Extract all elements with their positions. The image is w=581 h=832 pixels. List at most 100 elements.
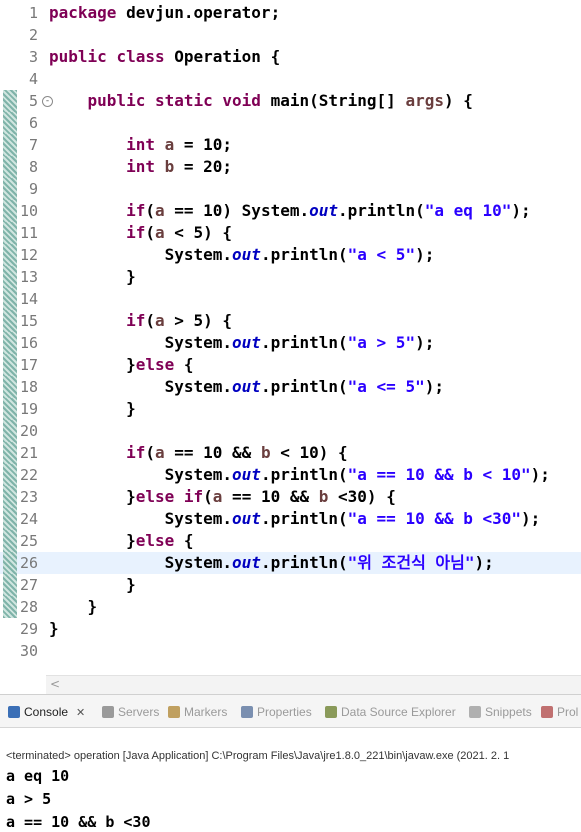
tab-label: Markers	[184, 705, 228, 719]
line-number: 18	[19, 378, 38, 396]
code-line[interactable]: 6	[0, 112, 581, 134]
problems-icon	[541, 706, 553, 718]
code-line[interactable]: 27 }	[0, 574, 581, 596]
code-text: System.out.println("위 조건식 아님");	[49, 553, 494, 572]
code-line[interactable]: 19 }	[0, 398, 581, 420]
servers-icon	[102, 706, 114, 718]
line-number: 25	[19, 532, 38, 550]
line-number: 23	[19, 488, 38, 506]
code-text: public class Operation {	[49, 47, 281, 66]
tab-label: Snippets	[485, 705, 532, 719]
tab-label: Data Source Explorer	[341, 705, 456, 719]
code-text: System.out.println("a == 10 && b <30");	[49, 509, 541, 528]
code-line[interactable]: 10 if(a == 10) System.out.println("a eq …	[0, 200, 581, 222]
tab-snippets[interactable]: Snippets	[469, 704, 532, 720]
tab-label: Console	[24, 705, 69, 719]
line-number: 2	[28, 26, 38, 44]
line-number: 9	[28, 180, 38, 198]
code-line[interactable]: 24 System.out.println("a == 10 && b <30"…	[0, 508, 581, 530]
properties-icon	[241, 706, 253, 718]
line-number: 26	[19, 554, 38, 572]
code-line[interactable]: 7 int a = 10;	[0, 134, 581, 156]
line-number: 22	[19, 466, 38, 484]
console-status-line: <terminated> operation [Java Application…	[6, 750, 510, 762]
tab-servers[interactable]: Servers	[102, 704, 159, 720]
line-number: 19	[19, 400, 38, 418]
view-tab-bar: Console ✕ Servers Markers Properties Data Sou…	[0, 695, 581, 728]
code-line[interactable]: 2	[0, 24, 581, 46]
gutter-spacer	[0, 675, 46, 693]
tab-data-source-explorer[interactable]: Data Source Explorer	[325, 704, 456, 720]
snippets-icon	[469, 706, 481, 718]
code-line[interactable]: 8 int b = 20;	[0, 156, 581, 178]
code-line[interactable]: 28 }	[0, 596, 581, 618]
code-line[interactable]: 21 if(a == 10 && b < 10) {	[0, 442, 581, 464]
tab-label: Properties	[257, 705, 312, 719]
markers-icon	[168, 706, 180, 718]
code-line[interactable]: 1 package devjun.operator;	[0, 2, 581, 24]
code-line[interactable]: 3 public class Operation {	[0, 46, 581, 68]
line-number: 10	[19, 202, 38, 220]
code-line[interactable]: 16 System.out.println("a > 5");	[0, 332, 581, 354]
console-output-line: a > 5	[6, 790, 52, 808]
tab-properties[interactable]: Properties	[241, 704, 312, 720]
code-text: }else if(a == 10 && b <30) {	[49, 487, 396, 506]
scroll-left-icon[interactable]: <	[50, 677, 60, 691]
code-line[interactable]: 30	[0, 640, 581, 662]
code-line[interactable]: 4	[0, 68, 581, 90]
code-line[interactable]: 5- public static void main(String[] args…	[0, 90, 581, 112]
code-line[interactable]: 17 }else {	[0, 354, 581, 376]
console-output-line: a == 10 && b <30	[6, 813, 151, 831]
code-text: if(a < 5) {	[126, 223, 233, 242]
tab-console[interactable]: Console ✕	[8, 704, 85, 720]
code-text: }	[49, 619, 59, 638]
data-source-icon	[325, 706, 337, 718]
code-text: }	[49, 399, 136, 418]
code-line[interactable]: 25 }else {	[0, 530, 581, 552]
tab-prol[interactable]: Prol	[541, 704, 578, 720]
code-line[interactable]: 26 System.out.println("위 조건식 아님");	[0, 552, 581, 574]
code-text: }	[49, 597, 98, 616]
line-number: 27	[19, 576, 38, 594]
tab-markers[interactable]: Markers	[168, 704, 227, 720]
line-number: 29	[19, 620, 38, 638]
line-number: 3	[28, 48, 38, 66]
tab-label: Servers	[118, 705, 160, 719]
line-number: 4	[28, 70, 38, 88]
line-number: 17	[19, 356, 38, 374]
console-toolbar	[0, 728, 581, 746]
code-text: System.out.println("a > 5");	[49, 333, 435, 352]
close-icon[interactable]: ✕	[76, 705, 85, 721]
code-text: if(a == 10 && b < 10) {	[126, 443, 348, 462]
code-line[interactable]: 13 }	[0, 266, 581, 288]
code-text: }	[49, 267, 136, 286]
code-editor[interactable]: 1 package devjun.operator; 2 3 public class …	[0, 0, 581, 675]
code-text: int a = 10;	[126, 135, 233, 154]
code-line[interactable]: 9	[0, 178, 581, 200]
code-text: if(a > 5) {	[126, 311, 233, 330]
tab-label: Prol	[557, 705, 579, 719]
code-line[interactable]: 11 if(a < 5) {	[0, 222, 581, 244]
line-number: 8	[28, 158, 38, 176]
code-line[interactable]: 12 System.out.println("a < 5");	[0, 244, 581, 266]
code-text: int b = 20;	[126, 157, 233, 176]
console-icon	[8, 706, 20, 718]
code-text: if(a == 10) System.out.println("a eq 10"…	[126, 201, 531, 220]
code-line[interactable]: 20	[0, 420, 581, 442]
code-text: System.out.println("a < 5");	[49, 245, 435, 264]
code-line[interactable]: 14	[0, 288, 581, 310]
code-line[interactable]: 22 System.out.println("a == 10 && b < 10…	[0, 464, 581, 486]
line-number: 1	[28, 4, 38, 22]
line-number: 11	[19, 224, 38, 242]
line-number: 7	[28, 136, 38, 154]
code-line[interactable]: 15 if(a > 5) {	[0, 310, 581, 332]
line-number: 21	[19, 444, 38, 462]
code-line[interactable]: 23 }else if(a == 10 && b <30) {	[0, 486, 581, 508]
line-number: 13	[19, 268, 38, 286]
code-line[interactable]: 29}	[0, 618, 581, 640]
views-panel: Console ✕ Servers Markers Properties Data Sou…	[0, 694, 581, 832]
code-line[interactable]: 18 System.out.println("a <= 5");	[0, 376, 581, 398]
horizontal-scrollbar[interactable]: <	[46, 675, 581, 694]
line-number: 20	[19, 422, 38, 440]
line-number: 5	[28, 92, 38, 110]
